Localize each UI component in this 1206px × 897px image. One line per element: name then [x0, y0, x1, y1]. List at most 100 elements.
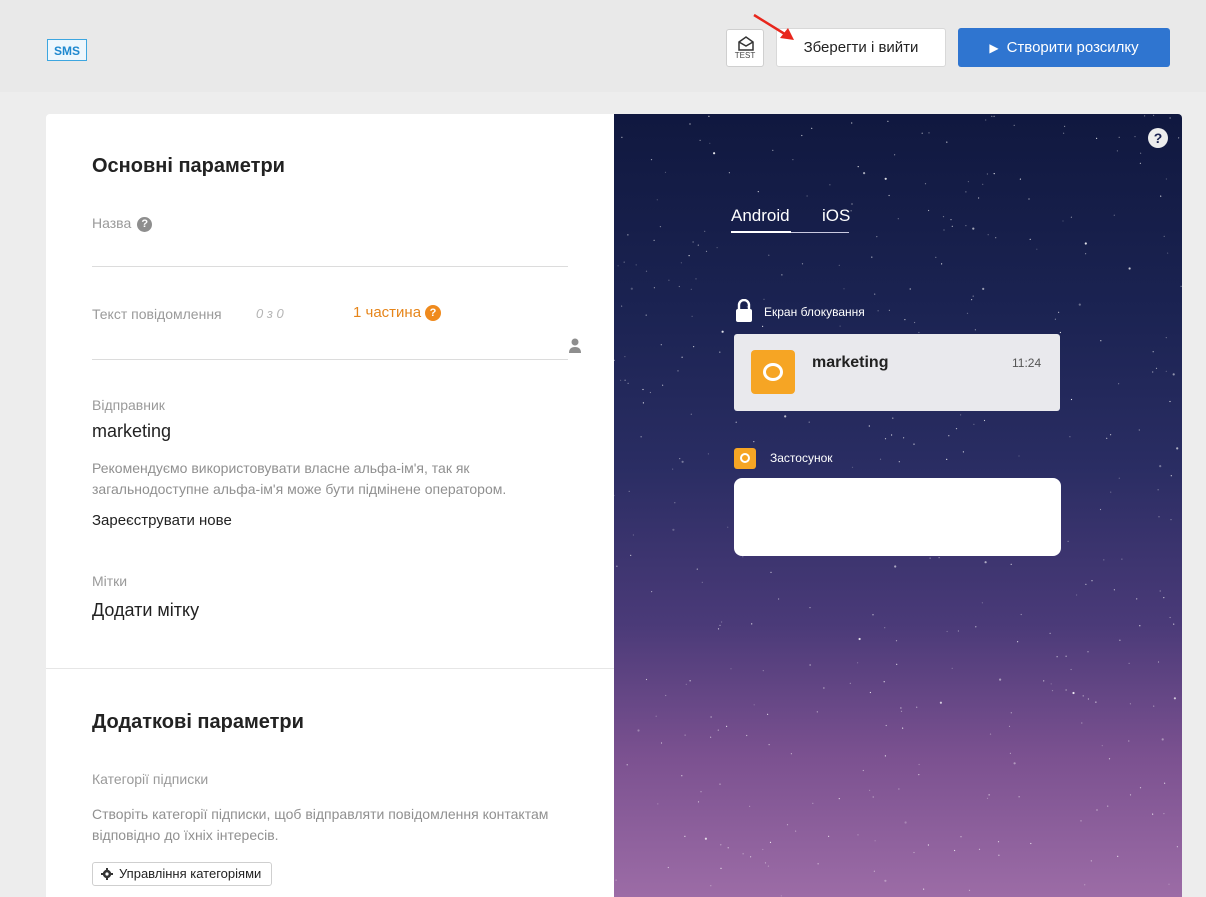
star: [801, 134, 803, 137]
star: [988, 794, 990, 796]
star: [1065, 689, 1067, 691]
star: [946, 141, 948, 143]
star: [986, 173, 988, 175]
message-text-input[interactable]: [92, 359, 568, 360]
star: [727, 847, 729, 849]
message-text-label: Текст повідомлення: [92, 306, 222, 322]
star: [1084, 242, 1087, 245]
star: [874, 293, 876, 295]
star: [954, 849, 956, 852]
star: [746, 734, 748, 737]
star: [884, 755, 886, 757]
star: [1008, 725, 1011, 728]
star: [884, 879, 887, 882]
personalization-person-icon[interactable]: [569, 338, 581, 354]
star: [857, 662, 859, 664]
star: [995, 237, 997, 239]
star: [1095, 701, 1097, 703]
star: [951, 225, 953, 227]
star: [685, 683, 687, 686]
star: [838, 798, 840, 800]
star: [857, 166, 859, 168]
star: [621, 305, 623, 307]
star: [1153, 114, 1155, 116]
preview-help-icon[interactable]: ?: [1148, 128, 1168, 148]
star: [955, 428, 958, 430]
star: [918, 774, 920, 776]
star: [850, 210, 852, 212]
star: [965, 225, 967, 227]
channel-badge: SMS: [47, 39, 88, 61]
parts-help-icon[interactable]: ?: [425, 305, 442, 322]
star: [1056, 656, 1058, 658]
create-campaign-button[interactable]: ▶ Створити розсилку: [958, 28, 1170, 67]
star: [699, 139, 701, 141]
star: [1159, 590, 1161, 592]
main-params-title: Основні параметри: [92, 155, 285, 177]
star: [806, 195, 808, 197]
star: [900, 710, 903, 712]
star: [1144, 115, 1146, 117]
star: [817, 863, 819, 865]
star: [894, 565, 897, 568]
star: [630, 287, 633, 290]
star: [780, 895, 782, 897]
star: [753, 441, 755, 443]
star: [1017, 641, 1019, 643]
star: [960, 836, 962, 838]
star: [632, 534, 634, 536]
star: [719, 624, 721, 626]
star: [896, 663, 898, 665]
star: [645, 314, 647, 316]
star: [1113, 214, 1115, 216]
name-help-icon[interactable]: ?: [137, 216, 153, 232]
star: [978, 848, 981, 850]
star: [989, 733, 992, 735]
register-new-link[interactable]: Зареєструвати нове: [92, 512, 232, 529]
section-divider: [46, 668, 614, 669]
star: [784, 415, 787, 418]
star: [640, 436, 642, 438]
star: [688, 255, 690, 257]
star: [651, 591, 653, 593]
star: [918, 763, 920, 766]
star: [649, 391, 651, 394]
star: [913, 851, 915, 854]
star: [1067, 540, 1069, 542]
star: [1087, 651, 1089, 653]
star: [874, 840, 876, 842]
star: [991, 115, 993, 117]
star: [965, 191, 967, 193]
star: [717, 729, 719, 731]
star: [762, 325, 764, 327]
play-icon: ▶: [989, 41, 999, 55]
star: [1155, 367, 1158, 369]
sender-value[interactable]: marketing: [92, 421, 171, 442]
name-input[interactable]: [92, 266, 568, 267]
star: [762, 670, 764, 672]
star: [839, 325, 841, 327]
manage-categories-button[interactable]: Управління категоріями: [92, 862, 273, 886]
star: [1128, 267, 1131, 270]
star: [1059, 331, 1061, 334]
star: [1072, 691, 1075, 695]
star: [1106, 437, 1108, 439]
star: [1018, 455, 1020, 457]
star: [681, 356, 683, 358]
star: [1010, 712, 1012, 714]
star: [851, 466, 854, 468]
star: [767, 865, 769, 867]
star: [697, 244, 699, 246]
star: [903, 437, 905, 439]
save-and-exit-button[interactable]: Зберегти і вийти: [776, 28, 946, 67]
star: [1165, 178, 1167, 180]
star: [1157, 489, 1159, 491]
star: [986, 797, 989, 799]
tab-android[interactable]: Android: [731, 206, 790, 226]
star: [700, 791, 702, 793]
tab-ios[interactable]: iOS: [822, 206, 850, 226]
add-tag-link[interactable]: Додати мітку: [92, 600, 199, 621]
star: [985, 119, 987, 121]
star: [1117, 855, 1119, 857]
star: [884, 438, 887, 440]
